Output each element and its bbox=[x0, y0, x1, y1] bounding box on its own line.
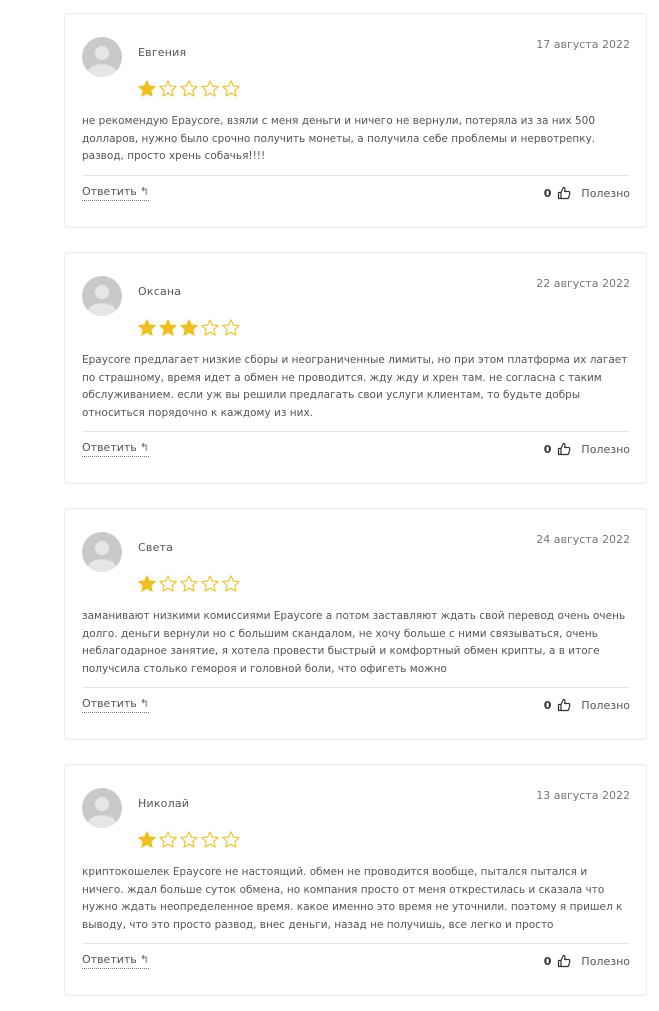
rating-stars bbox=[137, 79, 241, 99]
review-author: Оксана bbox=[138, 285, 182, 298]
star-empty-icon bbox=[200, 318, 220, 338]
star-empty-icon bbox=[221, 318, 241, 338]
like-count: 0 bbox=[543, 186, 552, 200]
reply-label: Ответить bbox=[82, 185, 137, 198]
reply-button[interactable]: Ответить ↰ bbox=[82, 697, 149, 713]
like-count: 0 bbox=[543, 954, 552, 968]
rating-stars bbox=[137, 830, 241, 850]
reply-arrow-icon: ↰ bbox=[139, 697, 149, 710]
reply-button[interactable]: Ответить ↰ bbox=[82, 185, 149, 201]
divider bbox=[82, 431, 630, 432]
star-empty-icon bbox=[221, 574, 241, 594]
user-avatar-icon bbox=[82, 276, 122, 316]
reply-button[interactable]: Ответить ↰ bbox=[82, 953, 149, 969]
review-card: Евгения 17 августа 2022 не рекомендую Ep… bbox=[64, 13, 647, 228]
divider bbox=[82, 943, 630, 944]
star-empty-icon bbox=[179, 830, 199, 850]
reply-label: Ответить bbox=[82, 697, 137, 710]
review-author: Света bbox=[138, 541, 174, 554]
star-filled-icon bbox=[137, 318, 157, 338]
thumbs-up-icon[interactable] bbox=[557, 698, 571, 712]
review-author: Николай bbox=[138, 797, 190, 810]
review-author: Евгения bbox=[138, 46, 187, 59]
user-avatar-icon bbox=[82, 37, 122, 77]
star-empty-icon bbox=[200, 830, 220, 850]
star-filled-icon bbox=[137, 574, 157, 594]
review-text: заманивают низкими комиссиями Epaycore а… bbox=[82, 610, 626, 675]
review-date: 24 августа 2022 bbox=[536, 533, 630, 546]
helpful-label: Полезно bbox=[581, 442, 630, 456]
review-card: Николай 13 августа 2022 криптокошелек Ep… bbox=[64, 764, 647, 996]
star-filled-icon bbox=[137, 79, 157, 99]
divider bbox=[82, 175, 630, 176]
helpful-block: 0 Полезно bbox=[544, 954, 630, 968]
like-count: 0 bbox=[543, 698, 552, 712]
helpful-block: 0 Полезно bbox=[544, 698, 630, 712]
reply-arrow-icon: ↰ bbox=[139, 953, 149, 966]
like-count: 0 bbox=[543, 442, 552, 456]
star-empty-icon bbox=[221, 79, 241, 99]
helpful-block: 0 Полезно bbox=[544, 442, 630, 456]
helpful-label: Полезно bbox=[581, 186, 630, 200]
reply-label: Ответить bbox=[82, 953, 137, 966]
star-empty-icon bbox=[200, 574, 220, 594]
star-empty-icon bbox=[200, 79, 220, 99]
user-avatar-icon bbox=[82, 532, 122, 572]
divider bbox=[82, 687, 630, 688]
review-card: Оксана 22 августа 2022 Epaycore предлага… bbox=[64, 252, 647, 484]
review-text: Epaycore предлагает низкие сборы и неогр… bbox=[82, 354, 628, 419]
star-filled-icon bbox=[179, 318, 199, 338]
review-date: 17 августа 2022 bbox=[536, 38, 630, 51]
star-empty-icon bbox=[179, 574, 199, 594]
reply-arrow-icon: ↰ bbox=[139, 185, 149, 198]
helpful-block: 0 Полезно bbox=[544, 186, 630, 200]
thumbs-up-icon[interactable] bbox=[557, 442, 571, 456]
rating-stars bbox=[137, 318, 241, 338]
helpful-label: Полезно bbox=[581, 698, 630, 712]
helpful-label: Полезно bbox=[581, 954, 630, 968]
star-filled-icon bbox=[158, 318, 178, 338]
star-empty-icon bbox=[179, 79, 199, 99]
star-empty-icon bbox=[158, 830, 178, 850]
reply-arrow-icon: ↰ bbox=[139, 441, 149, 454]
thumbs-up-icon[interactable] bbox=[557, 186, 571, 200]
reply-label: Ответить bbox=[82, 441, 137, 454]
review-card: Света 24 августа 2022 заманивают низкими… bbox=[64, 508, 647, 740]
review-text: криптокошелек Epaycore не настоящий. обм… bbox=[82, 866, 623, 931]
review-list: Евгения 17 августа 2022 не рекомендую Ep… bbox=[0, 0, 659, 1011]
star-empty-icon bbox=[221, 830, 241, 850]
thumbs-up-icon[interactable] bbox=[557, 954, 571, 968]
user-avatar-icon bbox=[82, 788, 122, 828]
star-empty-icon bbox=[158, 79, 178, 99]
star-empty-icon bbox=[158, 574, 178, 594]
rating-stars bbox=[137, 574, 241, 594]
review-date: 13 августа 2022 bbox=[536, 789, 630, 802]
reply-button[interactable]: Ответить ↰ bbox=[82, 441, 149, 457]
review-text: не рекомендую Epaycore, взяли с меня ден… bbox=[82, 115, 596, 162]
star-filled-icon bbox=[137, 830, 157, 850]
review-date: 22 августа 2022 bbox=[536, 277, 630, 290]
